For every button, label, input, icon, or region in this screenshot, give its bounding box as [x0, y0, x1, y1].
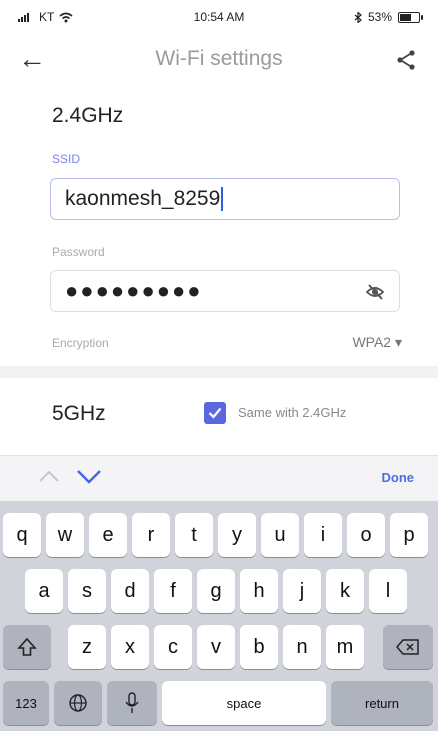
same-with-24-checkbox[interactable]	[204, 402, 226, 424]
key-v[interactable]: v	[197, 625, 235, 669]
key-s[interactable]: s	[68, 569, 106, 613]
key-c[interactable]: c	[154, 625, 192, 669]
key-r[interactable]: r	[132, 513, 170, 557]
status-right: 53%	[354, 10, 423, 24]
done-button[interactable]: Done	[382, 470, 415, 485]
microphone-key[interactable]	[107, 681, 157, 725]
key-y[interactable]: y	[218, 513, 256, 557]
password-input[interactable]: ●●●●●●●●●	[50, 270, 400, 312]
key-d[interactable]: d	[111, 569, 149, 613]
globe-key[interactable]	[54, 681, 102, 725]
password-value: ●●●●●●●●●	[65, 278, 203, 303]
key-n[interactable]: n	[283, 625, 321, 669]
battery-percent: 53%	[367, 10, 392, 24]
eye-off-icon[interactable]	[365, 282, 385, 302]
backspace-icon	[396, 639, 419, 655]
same-with-24-label: Same with 2.4GHz	[238, 405, 347, 420]
key-k[interactable]: k	[326, 569, 364, 613]
password-label: Password	[52, 245, 105, 259]
key-w[interactable]: w	[46, 513, 84, 557]
keyboard-accessory-bar: Done	[0, 455, 438, 502]
encryption-label: Encryption	[52, 336, 109, 350]
key-x[interactable]: x	[111, 625, 149, 669]
key-a[interactable]: a	[25, 569, 63, 613]
share-icon[interactable]	[394, 48, 418, 72]
keyboard: q w e r t y u i o p a s d f g h j k l z …	[0, 501, 438, 731]
text-caret	[221, 187, 224, 211]
checkmark-icon	[208, 407, 222, 419]
numbers-key[interactable]: 123	[3, 681, 49, 725]
shift-icon	[17, 637, 37, 656]
backspace-key[interactable]	[383, 625, 433, 669]
key-t[interactable]: t	[175, 513, 213, 557]
key-l[interactable]: l	[369, 569, 407, 613]
ssid-label: SSID	[52, 152, 81, 166]
key-b[interactable]: b	[240, 625, 278, 669]
key-p[interactable]: p	[390, 513, 428, 557]
space-key[interactable]: space	[162, 681, 326, 725]
battery-icon	[398, 11, 423, 23]
globe-icon	[69, 694, 87, 712]
ssid-input[interactable]: kaonmesh_8259	[50, 178, 400, 220]
key-m[interactable]: m	[326, 625, 364, 669]
key-g[interactable]: g	[197, 569, 235, 613]
band-24-title: 2.4GHz	[52, 104, 124, 127]
band-5-title: 5GHz	[52, 402, 106, 425]
bluetooth-icon	[354, 11, 362, 23]
key-i[interactable]: i	[304, 513, 342, 557]
nav-bar: ← Wi-Fi settings	[0, 34, 438, 86]
key-o[interactable]: o	[347, 513, 385, 557]
chevron-up-icon[interactable]	[38, 468, 60, 484]
ssid-value: kaonmesh_8259	[65, 187, 221, 210]
shift-key[interactable]	[3, 625, 51, 669]
return-key[interactable]: return	[331, 681, 433, 725]
microphone-icon	[125, 692, 139, 713]
page-title: Wi-Fi settings	[155, 47, 283, 70]
key-q[interactable]: q	[3, 513, 41, 557]
key-z[interactable]: z	[68, 625, 106, 669]
chevron-down-icon[interactable]	[76, 468, 102, 486]
key-f[interactable]: f	[154, 569, 192, 613]
section-divider	[0, 366, 438, 378]
key-u[interactable]: u	[261, 513, 299, 557]
encryption-select[interactable]: WPA2 ▾	[352, 334, 402, 351]
key-h[interactable]: h	[240, 569, 278, 613]
status-bar: KT 10:54 AM 53%	[0, 0, 438, 34]
key-j[interactable]: j	[283, 569, 321, 613]
key-e[interactable]: e	[89, 513, 127, 557]
